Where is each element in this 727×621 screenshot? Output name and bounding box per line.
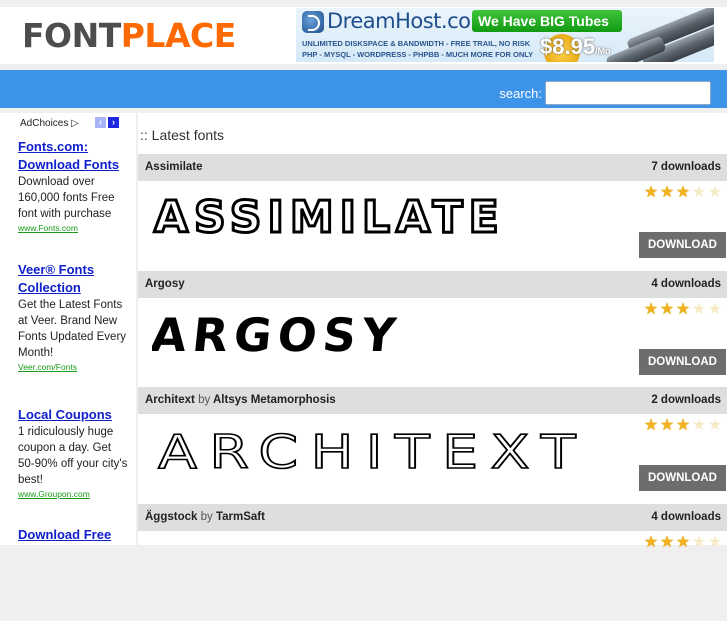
font-preview-image[interactable]: ASSIMILATE [152,190,502,241]
site-header: FONTPLACE DreamHost.com We Have BIG Tube… [0,7,727,64]
ad-body: Download over 160,000 fonts Free font wi… [18,176,115,220]
font-name: Argosy [145,278,185,290]
banner-price: $8.95/Mo [540,34,611,60]
rating-stars[interactable]: ★ ★ ★ ★ ★ [643,535,723,551]
star-filled-icon[interactable]: ★ [643,535,659,551]
ad-next-button[interactable]: › [108,117,119,128]
ad-title-link[interactable]: Download Free [18,526,128,544]
font-entry: Assimilate 7 downloads ★ ★ ★ ★ ★ ASSIMILATE … [138,154,727,271]
banner-headline: We Have BIG Tubes [472,10,622,32]
font-entry: Argosy 4 downloads ★ ★ ★ ★ ★ ARGOSY DOWNLOAD [138,271,727,388]
ad-item: Download Free [18,526,128,544]
star-filled-icon[interactable]: ★ [675,418,691,434]
star-filled-icon[interactable]: ★ [659,302,675,318]
star-filled-icon[interactable]: ★ [643,418,659,434]
star-empty-icon[interactable]: ★ [707,535,723,551]
ad-url-link[interactable]: www.Fonts.com [18,222,128,235]
price-value: $8.95 [540,34,596,59]
price-suffix: /Mo [595,46,611,56]
font-name: Äggstock [145,511,198,523]
preview-text: ASSIMILATE [154,192,502,240]
ad-item: Fonts.com: Download Fonts Download over … [18,138,128,235]
star-empty-icon[interactable]: ★ [707,185,723,201]
by-label: by [200,511,213,523]
search-label: search: [499,86,542,101]
star-filled-icon[interactable]: ★ [659,185,675,201]
download-button[interactable]: DOWNLOAD [639,232,726,258]
preview-text: ARGOSY [152,308,404,357]
logo-font: FONT [22,16,121,55]
by-label: by [198,394,211,406]
star-empty-icon[interactable]: ★ [691,185,707,201]
top-strip [0,0,727,7]
site-logo[interactable]: FONTPLACE [22,18,236,54]
font-entry: Äggstock by TarmSaft 4 downloads ★ ★ ★ ★ ★ [138,504,727,621]
download-count: 2 downloads [651,394,721,406]
adchoices-link[interactable]: AdChoices ▷ [20,118,79,129]
ad-url-link[interactable]: Veer.com/Fonts [18,361,128,374]
rating-stars[interactable]: ★ ★ ★ ★ ★ [643,302,723,318]
font-header: Architext by Altsys Metamorphosis 2 down… [138,387,727,414]
dreamhost-moon-icon [302,11,324,33]
ad-title-link[interactable]: Local Coupons [18,406,128,424]
ad-body: 1 ridiculously huge coupon a day. Get 50… [18,426,128,486]
section-title: :: Latest fonts [140,127,225,143]
font-preview-image[interactable]: ARCHITEXT [152,420,602,470]
adchoices-label: AdChoices [20,118,69,129]
font-author: TarmSaft [215,511,265,523]
star-filled-icon[interactable]: ★ [675,535,691,551]
rating-stars[interactable]: ★ ★ ★ ★ ★ [643,185,723,201]
ad-title-link[interactable]: Veer® Fonts Collection [18,261,128,297]
star-filled-icon[interactable]: ★ [659,535,675,551]
logo-place: PLACE [120,16,237,55]
download-count: 7 downloads [651,161,721,173]
search-input[interactable] [545,81,711,105]
font-header: Argosy 4 downloads [138,271,727,298]
font-name-link[interactable]: Argosy [145,278,185,290]
font-entry: Architext by Altsys Metamorphosis 2 down… [138,387,727,504]
font-name-link[interactable]: Architext by Altsys Metamorphosis [145,394,336,406]
font-preview-image[interactable]: ARGOSY [152,307,412,357]
download-button[interactable]: DOWNLOAD [639,349,726,375]
star-empty-icon[interactable]: ★ [707,418,723,434]
font-author: Altsys Metamorphosis [213,394,336,406]
font-name: Architext [145,394,195,406]
banner-line-1: UNLIMITED DISKSPACE & BANDWIDTH - FREE T… [302,39,531,48]
nav-bar: search: [0,70,727,108]
preview-text: ARCHITEXT [158,425,588,470]
star-filled-icon[interactable]: ★ [643,185,659,201]
adchoices-icon: ▷ [71,118,79,129]
font-name: Assimilate [145,161,203,173]
banner-line-2: PHP - MYSQL - WORDPRESS - PHPBB - MUCH M… [302,50,534,59]
download-count: 4 downloads [651,278,721,290]
font-header: Assimilate 7 downloads [138,154,727,181]
download-button[interactable]: DOWNLOAD [639,465,726,491]
banner-brand: DreamHost.com [327,9,491,33]
star-filled-icon[interactable]: ★ [675,302,691,318]
star-filled-icon[interactable]: ★ [659,418,675,434]
font-header: Äggstock by TarmSaft 4 downloads [138,504,727,531]
ad-url-link[interactable]: www.Groupon.com [18,488,128,501]
star-empty-icon[interactable]: ★ [691,535,707,551]
rating-stars[interactable]: ★ ★ ★ ★ ★ [643,418,723,434]
star-filled-icon[interactable]: ★ [675,185,691,201]
main-content: :: Latest fonts Assimilate 7 downloads ★… [138,113,727,551]
font-name-link[interactable]: Äggstock by TarmSaft [145,511,265,523]
font-name-link[interactable]: Assimilate [145,161,203,173]
star-filled-icon[interactable]: ★ [643,302,659,318]
ad-sidebar: AdChoices ▷ ‹ › Fonts.com: Download Font… [0,113,136,545]
ad-body: Get the Latest Fonts at Veer. Brand New … [18,299,127,359]
download-count: 4 downloads [651,511,721,523]
star-empty-icon[interactable]: ★ [691,302,707,318]
ad-item: Local Coupons 1 ridiculously huge coupon… [18,406,128,501]
ad-item: Veer® Fonts Collection Get the Latest Fo… [18,261,128,374]
star-empty-icon[interactable]: ★ [691,418,707,434]
ad-prev-button[interactable]: ‹ [95,117,106,128]
star-empty-icon[interactable]: ★ [707,302,723,318]
dreamhost-banner-ad[interactable]: DreamHost.com We Have BIG Tubes UNLIMITE… [296,8,714,62]
ad-title-link[interactable]: Fonts.com: Download Fonts [18,138,128,174]
